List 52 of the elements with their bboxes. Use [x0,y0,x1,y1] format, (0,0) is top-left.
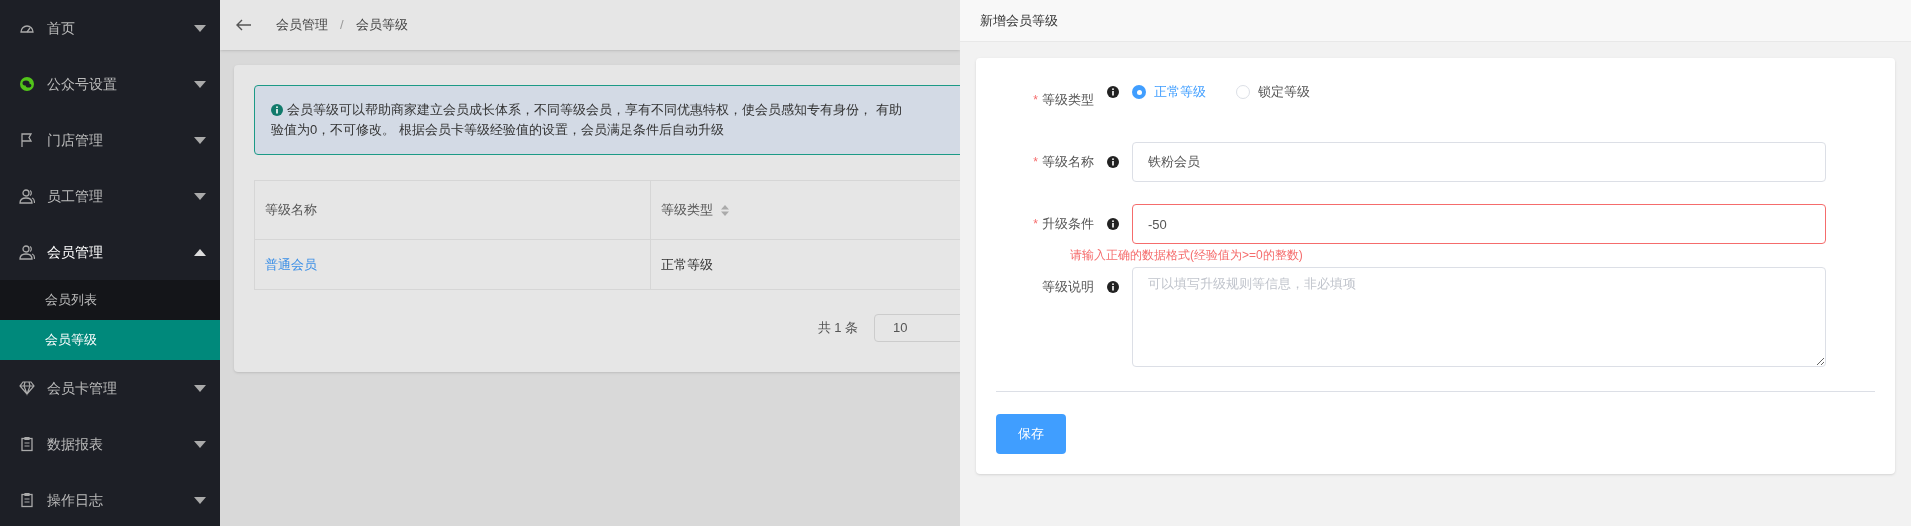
diamond-icon [19,380,35,396]
error-message: 请输入正确的数据格式(经验值为>=0的整数) [1070,247,1304,263]
clipboard-icon [19,492,35,508]
info-icon [1107,86,1119,98]
sidebar-item[interactable]: 会员卡管理 [0,360,220,416]
required-asterisk: * [1033,92,1038,109]
sidebar-item[interactable]: 操作日志 [0,472,220,526]
field-label: 等级类型 [1042,91,1094,110]
text-area[interactable]: 可以填写升级规则等信息，非必填项 [1132,267,1826,367]
text-field[interactable]: -50 [1132,204,1826,244]
submenu-item[interactable]: 会员列表 [0,280,220,320]
info-icon [1107,281,1119,293]
alert-text: 会员等级可以帮助商家建立会员成长体系，不同等级会员，享有不同优惠特权，使会员感知专有身份， 有助 [287,101,902,119]
caret-icon [194,136,206,144]
caret-icon [194,496,206,504]
sidebar-item[interactable]: 门店管理 [0,112,220,168]
sidebar-item[interactable]: 首页 [0,0,220,56]
info-icon [1107,218,1119,230]
required-asterisk: * [1033,216,1038,233]
sidebar-item[interactable]: 员工管理 [0,168,220,224]
info-icon [271,104,283,116]
total-count: 共 1 条 [817,319,858,338]
text-field[interactable]: 铁粉会员 [1132,142,1826,182]
caret-icon [194,384,206,392]
info-icon [1107,156,1119,168]
breadcrumb-item[interactable]: 会员管理 [276,15,328,35]
radio-option[interactable]: 锁定等级 [1236,82,1310,102]
field-label: 等级名称 [1042,153,1094,172]
caret-icon [194,24,206,32]
flag-icon [19,132,35,148]
alert-text: 验值为0，不可修改。 根据会员卡等级经验值的设置，会员满足条件后自动升级 [271,121,724,139]
caret-icon [194,80,206,88]
sidebar-item[interactable]: 公众号设置 [0,56,220,112]
drawer-title: 新增会员等级 [960,0,1911,42]
caret-icon [194,440,206,448]
field-label: 等级说明 [1042,278,1094,297]
chat-bubbles-icon [19,76,35,92]
breadcrumb-separator: / [340,16,344,35]
sidebar-item[interactable]: 数据报表 [0,416,220,472]
clipboard-icon [19,436,35,452]
breadcrumb-item[interactable]: 会员等级 [355,15,408,35]
required-asterisk: * [1033,154,1038,171]
users-icon [19,188,35,204]
field-label: 升级条件 [1042,215,1094,234]
users-icon [19,244,35,260]
caret-icon [194,192,206,200]
caret-icon [194,248,206,256]
sidebar-item[interactable]: 会员管理 [0,224,220,280]
back-arrow-icon[interactable] [236,19,252,31]
submenu-item[interactable]: 会员等级 [0,320,220,360]
column-header: 等级名称 [254,180,651,240]
page-size-select[interactable]: 10 [874,314,960,342]
